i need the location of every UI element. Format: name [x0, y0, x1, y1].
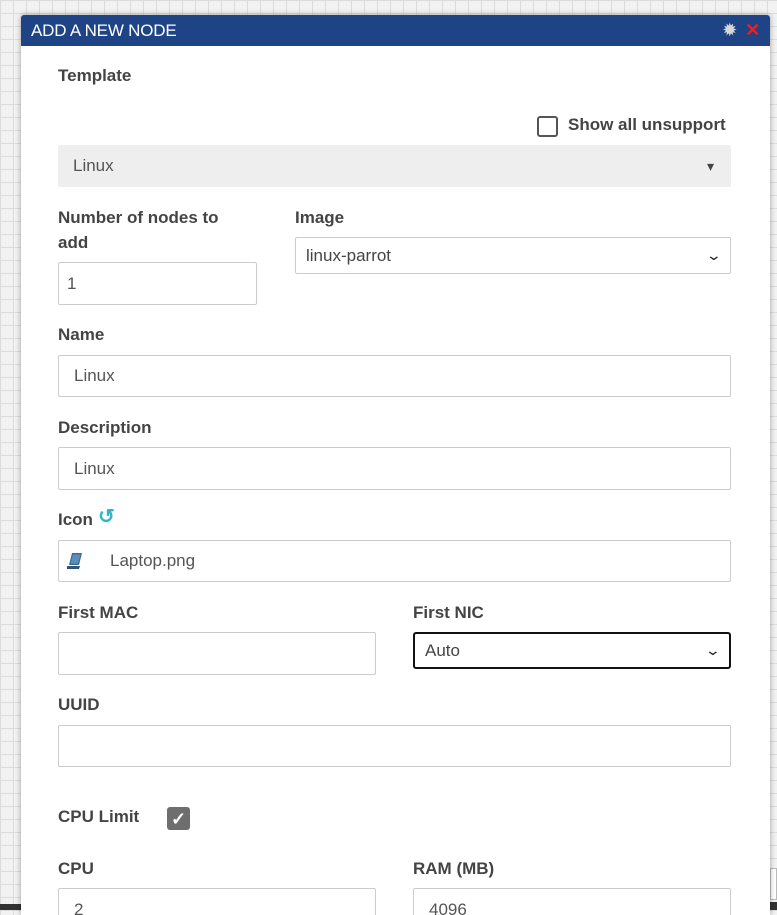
first-nic-value: Auto: [425, 641, 707, 661]
refresh-icon[interactable]: ↺: [98, 505, 115, 530]
cpu-limit-checkbox[interactable]: ✓: [167, 807, 190, 830]
workspace-bottom-strip-left: [0, 904, 21, 910]
description-input[interactable]: Linux: [58, 447, 731, 490]
nodes-count-value: 1: [67, 274, 76, 294]
add-node-dialog: ADD A NEW NODE ✹ ✕ Template Show all uns…: [21, 15, 770, 915]
nodes-count-input[interactable]: 1: [58, 262, 257, 305]
image-select[interactable]: linux-parrot ⌄: [295, 237, 731, 274]
name-input[interactable]: Linux: [58, 355, 731, 397]
template-label: Template: [58, 63, 131, 88]
checkmark-icon: ✓: [171, 810, 186, 828]
first-mac-input[interactable]: [58, 632, 376, 675]
caret-down-icon: ▾: [707, 158, 714, 175]
first-mac-label: First MAC: [58, 600, 138, 625]
template-select-value: Linux: [73, 156, 707, 176]
name-label: Name: [58, 322, 104, 347]
ram-value: 4096: [429, 900, 467, 915]
icon-select[interactable]: Laptop.png: [58, 540, 731, 582]
ram-label: RAM (MB): [413, 856, 494, 881]
template-select[interactable]: Linux ▾: [58, 145, 731, 187]
first-nic-select[interactable]: Auto ⌄: [413, 632, 731, 669]
first-nic-label: First NIC: [413, 600, 484, 625]
show-unsupported-checkbox[interactable]: [537, 116, 558, 137]
icon-label: Icon: [58, 507, 93, 532]
icon-select-value: Laptop.png: [110, 551, 195, 571]
show-unsupported-label[interactable]: Show all unsupport: [568, 112, 726, 137]
cpu-limit-label: CPU Limit: [58, 804, 139, 829]
nodes-count-label: Number of nodes to add: [58, 205, 248, 255]
workspace-right-panel: [770, 868, 777, 900]
close-icon[interactable]: ✕: [745, 20, 760, 41]
gear-icon[interactable]: ✹: [722, 20, 737, 41]
cpu-label: CPU: [58, 856, 94, 881]
cpu-value: 2: [74, 900, 83, 915]
image-select-value: linux-parrot: [306, 246, 708, 266]
description-value: Linux: [74, 459, 115, 479]
chevron-down-icon: ⌄: [705, 642, 721, 659]
laptop-icon: [67, 552, 84, 570]
dialog-title: ADD A NEW NODE: [31, 21, 722, 41]
ram-input[interactable]: 4096: [413, 888, 731, 915]
workspace-bottom-strip-right: [770, 902, 777, 910]
name-value: Linux: [74, 366, 115, 386]
dialog-titlebar[interactable]: ADD A NEW NODE ✹ ✕: [21, 15, 770, 46]
cpu-input[interactable]: 2: [58, 888, 376, 915]
uuid-label: UUID: [58, 692, 100, 717]
image-label: Image: [295, 205, 344, 230]
chevron-down-icon: ⌄: [706, 247, 722, 264]
uuid-input[interactable]: [58, 725, 731, 767]
description-label: Description: [58, 415, 152, 440]
